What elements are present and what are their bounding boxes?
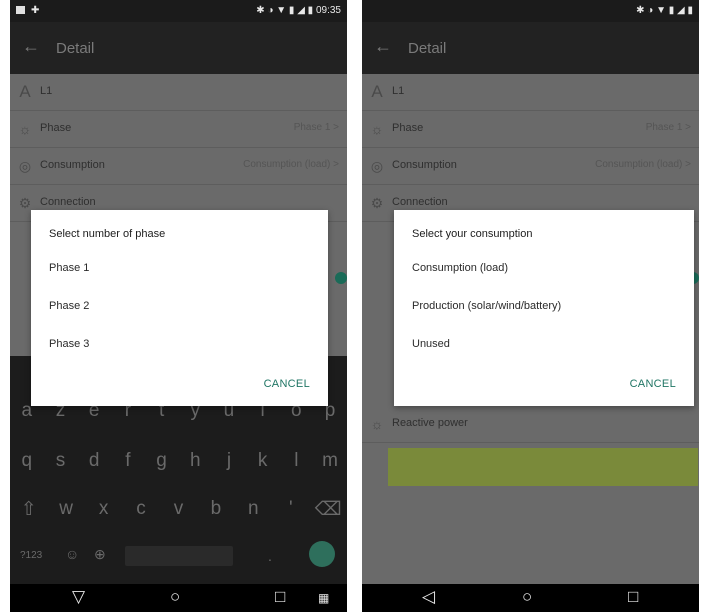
keyboard-row-3: ⇧ w x c v b n ' ⌫ — [10, 498, 347, 521]
keyboard-row-2: q s d f g h j k l m — [10, 450, 347, 472]
dialog-title: Select number of phase — [49, 228, 166, 240]
phase-select-dialog: Select number of phase Phase 1 Phase 2 P… — [31, 210, 328, 406]
key[interactable]: l — [282, 450, 310, 472]
option-production[interactable]: Production (solar/wind/battery) — [412, 300, 561, 312]
connection-label: Connection — [40, 196, 96, 208]
app-bar: ← Detail — [10, 22, 347, 74]
key[interactable]: b — [202, 498, 230, 521]
reactive-power-row[interactable]: ☼ Reactive power — [362, 406, 699, 443]
phase-row[interactable]: ☼ Phase Phase 1 > — [10, 111, 347, 148]
key[interactable]: g — [148, 450, 176, 472]
cancel-button[interactable]: CANCEL — [630, 378, 676, 390]
phase-row[interactable]: ☼ Phase Phase 1 > — [362, 111, 699, 148]
option-consumption-load[interactable]: Consumption (load) — [412, 262, 508, 274]
consumption-icon: ◎ — [18, 158, 32, 174]
cancel-button[interactable]: CANCEL — [264, 378, 310, 390]
phase-value: Phase 1 > — [645, 122, 691, 133]
option-phase-2[interactable]: Phase 2 — [49, 300, 89, 312]
consumption-row[interactable]: ◎ Consumption Consumption (load) > — [10, 148, 347, 185]
name-value: L1 — [392, 85, 405, 97]
backspace-key-icon[interactable]: ⌫ — [314, 498, 342, 521]
page-title: Detail — [56, 40, 95, 57]
key[interactable]: v — [164, 498, 192, 521]
key[interactable]: ' — [277, 498, 305, 521]
symbols-key[interactable]: ?123 — [20, 550, 42, 561]
right-phone-screen: ✱ ◑ ▼ ▮ ◢ ▮ ← Detail A L1 ☼ Phase Phase … — [362, 0, 699, 612]
clock: 09:35 — [315, 5, 341, 16]
period-key[interactable]: . — [268, 548, 272, 564]
option-phase-1[interactable]: Phase 1 — [49, 262, 89, 274]
key[interactable]: q — [13, 450, 41, 472]
text-icon: A — [371, 82, 383, 101]
key[interactable]: s — [47, 450, 75, 472]
key[interactable]: k — [249, 450, 277, 472]
status-bar: ✱ ◑ ▼ ▮ ◢ ▮ — [362, 0, 699, 22]
text-icon: A — [19, 82, 31, 101]
back-nav-icon[interactable]: ▽ — [72, 587, 85, 607]
reactive-power-icon: ☼ — [370, 416, 384, 432]
consumption-row[interactable]: ◎ Consumption Consumption (load) > — [362, 148, 699, 185]
home-nav-icon[interactable]: ○ — [170, 587, 180, 607]
recents-nav-icon[interactable]: □ — [275, 587, 285, 607]
navigation-bar: ◁ ○ □ — [362, 584, 699, 612]
consumption-select-dialog: Select your consumption Consumption (loa… — [394, 210, 694, 406]
key[interactable]: m — [316, 450, 344, 472]
app-bar: ← Detail — [362, 22, 699, 74]
name-row[interactable]: A L1 — [362, 74, 699, 111]
connection-label: Connection — [392, 196, 448, 208]
consumption-value: Consumption (load) > — [243, 159, 339, 170]
phase-label: Phase — [392, 122, 424, 134]
key[interactable]: n — [239, 498, 267, 521]
phase-icon: ☼ — [370, 121, 384, 137]
connection-icon: ⚙ — [370, 195, 384, 211]
status-bar: ✚ ✱ ◑ ▼ ▮ ◢ ▮ 09:35 — [10, 0, 347, 22]
phase-label: Phase — [40, 122, 72, 134]
left-phone-screen: ✚ ✱ ◑ ▼ ▮ ◢ ▮ 09:35 ← Detail A L1 ☼ Phas… — [10, 0, 347, 612]
recents-nav-icon[interactable]: □ — [628, 587, 638, 607]
option-unused[interactable]: Unused — [412, 338, 450, 350]
key[interactable]: x — [90, 498, 118, 521]
key[interactable]: d — [80, 450, 108, 472]
key[interactable]: c — [127, 498, 155, 521]
signal-icons: ✱ ◑ ▼ ▮ ◢ ▮ — [636, 5, 693, 16]
space-bar[interactable] — [125, 546, 233, 566]
home-nav-icon[interactable]: ○ — [522, 587, 532, 607]
key[interactable]: f — [114, 450, 142, 472]
notification-icon — [16, 6, 25, 15]
reactive-power-label: Reactive power — [392, 417, 468, 429]
enter-key[interactable] — [309, 541, 335, 567]
key[interactable]: j — [215, 450, 243, 472]
dialog-title: Select your consumption — [412, 228, 533, 240]
toggle-switch[interactable] — [335, 272, 347, 284]
consumption-label: Consumption — [40, 159, 105, 171]
globe-key-icon[interactable]: ⊕ — [94, 546, 106, 563]
keyboard-switch-icon[interactable]: ▦ — [318, 591, 329, 605]
keyboard-bottom-row: ?123 ☺ ⊕ . — [10, 536, 347, 572]
page-title: Detail — [408, 40, 447, 57]
name-row[interactable]: A L1 — [10, 74, 347, 111]
plus-icon: ✚ — [31, 5, 40, 16]
back-nav-icon[interactable]: ◁ — [422, 587, 435, 607]
shift-key-icon[interactable]: ⇧ — [15, 498, 43, 521]
emoji-key-icon[interactable]: ☺ — [65, 546, 79, 562]
phase-icon: ☼ — [18, 121, 32, 137]
phase-value: Phase 1 > — [293, 122, 339, 133]
back-arrow-icon[interactable]: ← — [22, 36, 40, 57]
consumption-icon: ◎ — [370, 158, 384, 174]
navigation-bar: ▽ ○ □ ▦ — [10, 584, 347, 612]
key[interactable]: w — [52, 498, 80, 521]
save-button[interactable] — [388, 448, 698, 486]
key[interactable]: h — [181, 450, 209, 472]
name-value: L1 — [40, 85, 53, 97]
option-phase-3[interactable]: Phase 3 — [49, 338, 89, 350]
signal-icons: ✱ ◑ ▼ ▮ ◢ ▮ — [256, 5, 316, 16]
consumption-label: Consumption — [392, 159, 457, 171]
consumption-value: Consumption (load) > — [595, 159, 691, 170]
back-arrow-icon[interactable]: ← — [374, 36, 392, 57]
